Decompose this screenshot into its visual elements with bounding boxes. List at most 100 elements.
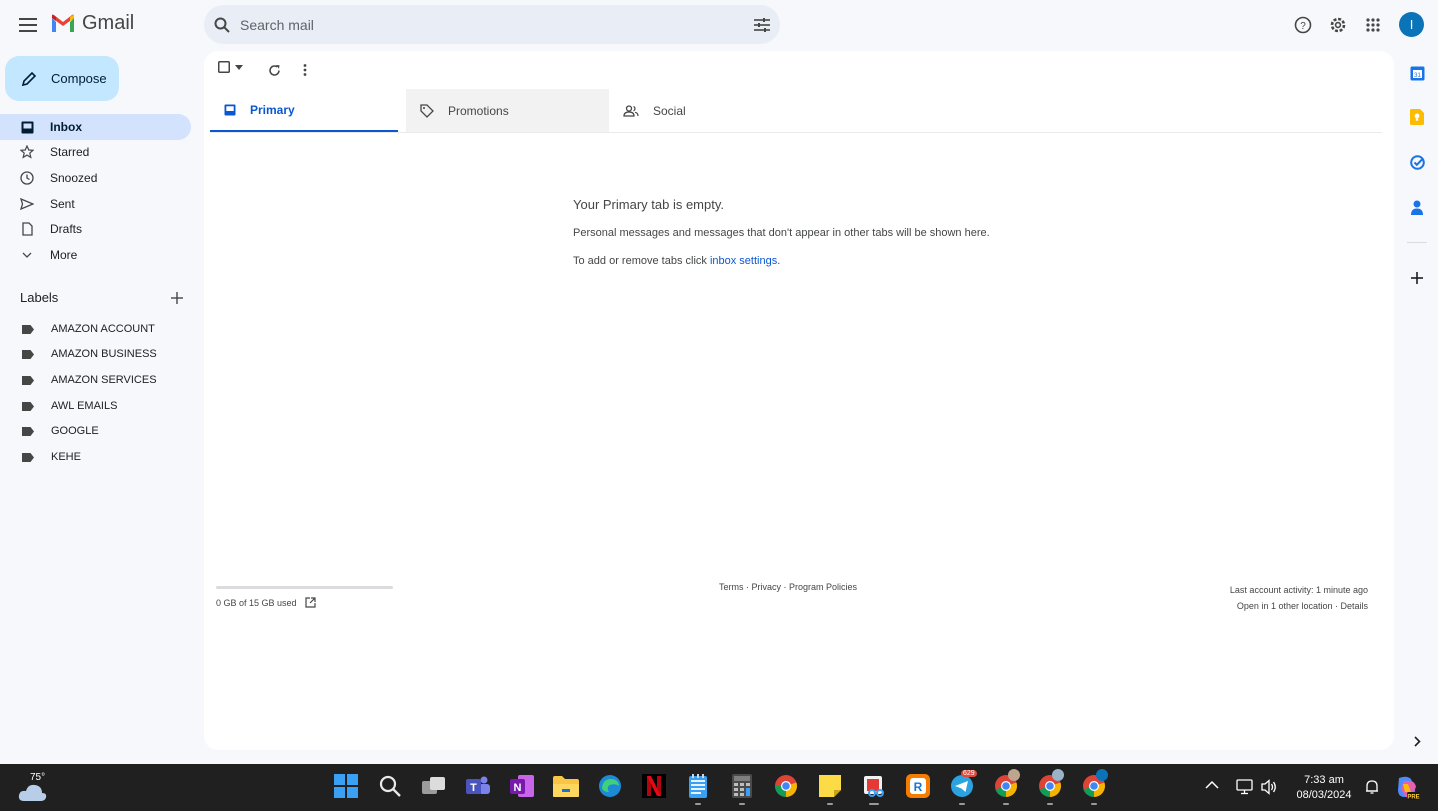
network-button[interactable] <box>1236 779 1254 795</box>
search-options-icon[interactable] <box>754 17 770 32</box>
copilot-button[interactable]: PRE <box>1394 775 1420 801</box>
taskbar-search-button[interactable] <box>377 773 403 799</box>
teams-app[interactable]: T <box>465 773 491 799</box>
tab-label: Primary <box>250 102 295 117</box>
label-tag-icon <box>22 426 34 436</box>
gmail-logo[interactable]: Gmail <box>50 12 134 35</box>
search-bar[interactable]: Search mail <box>204 5 780 44</box>
running-indicator <box>739 803 745 805</box>
task-view-button[interactable] <box>421 773 447 799</box>
show-hidden-icons-button[interactable] <box>1205 780 1219 789</box>
running-indicator <box>869 803 879 805</box>
tip-text: To add or remove tabs click <box>573 255 710 267</box>
storage-usage: 0 GB of 15 GB used <box>216 597 316 608</box>
search-icon[interactable] <box>214 17 230 33</box>
empty-state-tip: To add or remove tabs click inbox settin… <box>573 255 780 267</box>
inbox-settings-link[interactable]: inbox settings <box>710 255 777 267</box>
telegram-app[interactable]: 629 <box>949 770 977 799</box>
help-button[interactable]: ? <box>1283 5 1323 45</box>
svg-text:?: ? <box>1300 21 1306 32</box>
create-label-button[interactable] <box>168 289 186 307</box>
last-activity-text: Last account activity: 1 minute ago <box>1229 585 1368 595</box>
clock[interactable]: 7:33 am 08/03/2024 <box>1290 773 1358 803</box>
google-apps-button[interactable] <box>1353 5 1393 45</box>
snipping-tool-app[interactable] <box>861 773 887 799</box>
chrome-profile-2[interactable] <box>1037 769 1064 799</box>
sidebar-item-more[interactable]: More <box>0 242 191 268</box>
contacts-app-button[interactable] <box>1406 196 1428 218</box>
details-link[interactable]: Open in 1 other location · Details <box>1230 598 1368 614</box>
show-side-panel-button[interactable] <box>1406 730 1428 752</box>
sticky-notes-app[interactable] <box>817 773 843 799</box>
main-menu-button[interactable] <box>8 5 48 45</box>
onenote-app[interactable]: N <box>509 773 535 799</box>
volume-button[interactable] <box>1261 779 1277 795</box>
chevron-up-icon <box>1205 780 1219 789</box>
edge-browser-app[interactable] <box>597 773 623 799</box>
compose-button[interactable]: Compose <box>5 56 119 101</box>
calculator-app[interactable] <box>729 773 755 799</box>
clock-date: 08/03/2024 <box>1296 789 1352 801</box>
refresh-button[interactable] <box>263 59 285 81</box>
sidebar-item-inbox[interactable]: Inbox <box>0 114 191 140</box>
sidebar-item-snoozed[interactable]: Snoozed <box>0 165 191 191</box>
label-item[interactable]: AMAZON BUSINESS <box>22 344 157 364</box>
app-name: Gmail <box>82 12 135 34</box>
running-indicator <box>1047 803 1053 805</box>
keep-app-button[interactable] <box>1406 106 1428 128</box>
tab-primary[interactable]: Primary <box>210 89 398 133</box>
compose-label: Compose <box>51 71 107 86</box>
tabs-divider <box>210 132 1382 133</box>
running-indicator <box>959 803 965 805</box>
remote-desktop-app[interactable]: R <box>905 773 931 799</box>
people-icon <box>623 105 639 117</box>
sidebar-item-sent[interactable]: Sent <box>0 191 191 217</box>
sidebar-item-label: Drafts <box>50 222 83 236</box>
label-tag-icon <box>22 452 34 462</box>
label-tag-icon <box>22 375 34 385</box>
chevron-right-icon <box>1413 735 1421 747</box>
calendar-app-button[interactable]: 31 <box>1406 62 1428 84</box>
tab-social[interactable]: Social <box>609 89 812 133</box>
netflix-app[interactable] <box>641 773 667 799</box>
chrome-profile-1[interactable] <box>993 769 1020 799</box>
notepad-app[interactable] <box>685 773 711 799</box>
label-item[interactable]: KEHE <box>22 447 81 467</box>
side-panel-divider <box>1407 242 1427 243</box>
sidebar-item-drafts[interactable]: Drafts <box>0 216 191 242</box>
label-name: AMAZON SERVICES <box>51 374 157 386</box>
label-item[interactable]: AWL EMAILS <box>22 396 117 416</box>
open-external-icon[interactable] <box>304 597 316 608</box>
label-item[interactable]: AMAZON ACCOUNT <box>22 319 155 339</box>
caret-down-icon[interactable] <box>235 64 243 70</box>
more-options-button[interactable] <box>296 59 314 81</box>
sidebar-item-label: More <box>50 248 78 262</box>
calendar-icon: 31 <box>1410 66 1424 80</box>
select-all-checkbox[interactable] <box>218 61 243 73</box>
chevron-down-icon <box>20 248 34 262</box>
chrome-app[interactable] <box>773 773 799 799</box>
footer-links[interactable]: Terms · Privacy · Program Policies <box>719 582 857 592</box>
account-avatar[interactable]: I <box>1399 12 1424 37</box>
get-addons-button[interactable] <box>1406 267 1428 289</box>
label-tag-icon <box>22 324 34 334</box>
profile-avatar <box>1008 769 1020 781</box>
running-indicator <box>827 803 833 805</box>
settings-button[interactable] <box>1318 5 1358 45</box>
sidebar-item-starred[interactable]: Starred <box>0 139 191 165</box>
sticky-notes-icon <box>819 775 841 797</box>
chrome-profile-3[interactable] <box>1081 769 1108 799</box>
label-item[interactable]: GOOGLE <box>22 421 99 441</box>
file-explorer-app[interactable] <box>553 773 579 799</box>
start-button[interactable] <box>333 773 359 799</box>
tasks-app-button[interactable] <box>1406 151 1428 173</box>
notifications-button[interactable] <box>1364 779 1380 795</box>
tab-promotions[interactable]: Promotions <box>406 89 609 133</box>
storage-meter <box>216 586 393 589</box>
draft-icon <box>20 222 34 236</box>
chrome-icon <box>775 775 797 797</box>
tag-icon <box>420 104 434 118</box>
label-item[interactable]: AMAZON SERVICES <box>22 370 157 390</box>
search-input[interactable]: Search mail <box>240 17 754 33</box>
folder-icon <box>553 776 579 797</box>
